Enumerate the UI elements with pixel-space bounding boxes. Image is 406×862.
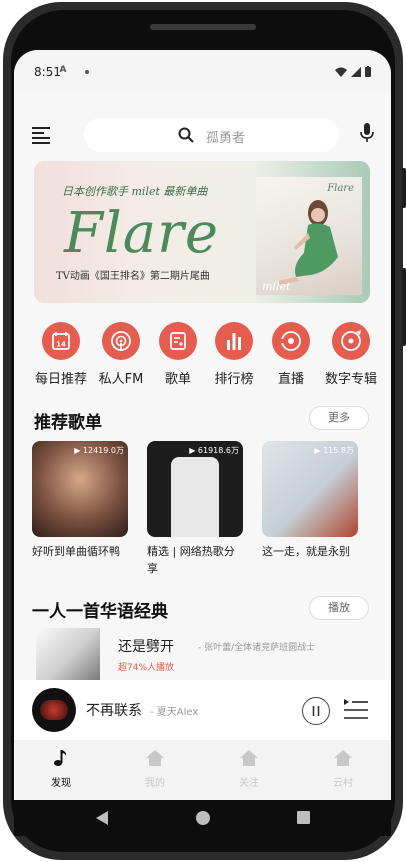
notification-dot-icon (85, 70, 89, 74)
tab-label: 发现 (51, 778, 71, 789)
playlist-title: 好听到单曲循环鸭 (32, 545, 120, 558)
tab-label: 我的 (145, 778, 165, 789)
playlist-cover: ▶ 12419.0万 (32, 441, 128, 537)
menu-icon[interactable] (32, 125, 54, 145)
home-icon (240, 750, 258, 766)
volume-down-button (402, 268, 406, 346)
album-circle (332, 322, 370, 360)
quick-link-label: 数字专辑 (324, 372, 377, 387)
playlist-title: 这一走，就是永别 (262, 545, 350, 558)
singer-illustration (278, 200, 338, 285)
player-artist: - 夏天Alex (150, 707, 199, 718)
tab-discover[interactable]: 发现 (36, 748, 86, 789)
more-button[interactable]: 更多 (309, 406, 369, 430)
bottom-tab-bar: 发现 我的 关注 云村 (14, 740, 391, 800)
app-screen: 8:51 A 孤勇者 日本创作歌手 milet 最新单曲 Flare TV动画《… (14, 50, 391, 800)
classics-title: 一人一首华语经典 (32, 602, 168, 622)
earpiece-speaker (150, 24, 256, 30)
song-title: 还是劈开 (118, 639, 174, 655)
battery-icon (365, 66, 371, 77)
play-pause-button[interactable] (302, 697, 330, 725)
playlist-card[interactable]: ▶ 115.8万 这一走，就是永别 (262, 441, 358, 560)
playlist-icon (170, 332, 186, 350)
recents-icon[interactable] (297, 811, 310, 824)
banner-title: Flare (64, 201, 220, 266)
microphone-icon[interactable] (360, 123, 374, 143)
calendar-14-icon: 14 (52, 332, 70, 350)
system-nav-buttons (96, 811, 310, 825)
home-icon (334, 750, 352, 766)
search-placeholder: 孤勇者 (206, 131, 246, 146)
system-nav-bar (14, 800, 391, 836)
banner-subtitle: 日本创作歌手 milet 最新单曲 (62, 185, 208, 198)
phone-frame: 8:51 A 孤勇者 日本创作歌手 milet 最新单曲 Flare TV动画《… (0, 0, 406, 862)
album-icon (341, 330, 361, 351)
playlist-queue-icon[interactable] (344, 697, 368, 721)
playlist-cover: ▶ 115.8万 (262, 441, 358, 537)
calendar-badge: 14 (56, 341, 66, 349)
tab-follow[interactable]: 关注 (224, 748, 274, 789)
album-art-glow (40, 700, 68, 720)
banner-album-art: Flare milet (256, 177, 362, 295)
volume-up-button (402, 168, 406, 208)
promo-banner[interactable]: 日本创作歌手 milet 最新单曲 Flare TV动画《国王排名》第二期片尾曲… (34, 161, 370, 303)
recommended-title: 推荐歌单 (34, 413, 102, 433)
play-count: ▶ 12419.0万 (74, 446, 124, 455)
wifi-icon (335, 67, 347, 77)
tab-mine[interactable]: 我的 (130, 748, 180, 789)
banner-art-label: milet (262, 280, 291, 293)
play-count: ▶ 61918.6万 (189, 446, 239, 455)
search-bar[interactable]: 孤勇者 (84, 118, 339, 152)
pause-icon (312, 706, 320, 716)
tab-village[interactable]: 云村 (318, 748, 368, 789)
mini-player[interactable]: 不再联系 - 夏天Alex (14, 680, 391, 740)
notification-a-icon: A (59, 65, 67, 75)
daily-circle: 14 (42, 322, 80, 360)
home-icon (146, 750, 164, 766)
song-artist: - 张叶蕾/全体诸竞萨班圆战士 (198, 643, 316, 653)
song-play-stat: 超74%人播放 (118, 663, 175, 673)
tab-label: 关注 (239, 778, 259, 789)
playlist-cards: ▶ 12419.0万 好听到单曲循环鸭 ▶ 61918.6万 精选 | 网络热歌… (32, 441, 382, 581)
banner-note: TV动画《国王排名》第二期片尾曲 (56, 271, 210, 282)
fm-circle (102, 322, 140, 360)
status-icons (335, 66, 371, 77)
live-icon (281, 331, 301, 351)
quick-links: 14 每日推荐 私人FM 歌单 排行榜 直播 数字专辑 (26, 322, 382, 392)
tab-label: 云村 (333, 778, 353, 789)
live-circle (272, 322, 310, 360)
play-all-button[interactable]: 播放 (309, 596, 369, 620)
playlist-card[interactable]: ▶ 12419.0万 好听到单曲循环鸭 (32, 441, 128, 560)
play-count: ▶ 115.8万 (314, 446, 354, 455)
song-row[interactable]: 还是劈开 - 张叶蕾/全体诸竞萨班圆战士 超74%人播放 (36, 628, 386, 690)
chart-icon (227, 333, 241, 350)
signal-icon (351, 66, 361, 77)
search-icon (178, 127, 194, 143)
playlist-cover: ▶ 61918.6万 (147, 441, 243, 537)
status-time: 8:51 (34, 65, 61, 79)
quick-link-album[interactable]: 数字专辑 (316, 322, 386, 387)
phone-screen-art (171, 457, 219, 537)
player-album-art (32, 688, 76, 732)
playlist-title: 精选 | 网络热歌分享 (147, 545, 235, 575)
back-icon[interactable] (96, 811, 108, 825)
chart-circle (215, 322, 253, 360)
status-bar: 8:51 A (14, 50, 391, 92)
playlist-circle (159, 322, 197, 360)
player-song-title: 不再联系 (86, 703, 142, 719)
radio-icon (111, 331, 131, 351)
home-button-icon[interactable] (196, 811, 210, 825)
music-note-icon (54, 750, 67, 766)
playlist-card[interactable]: ▶ 61918.6万 精选 | 网络热歌分享 (147, 441, 243, 577)
top-header: 孤勇者 (14, 114, 391, 156)
